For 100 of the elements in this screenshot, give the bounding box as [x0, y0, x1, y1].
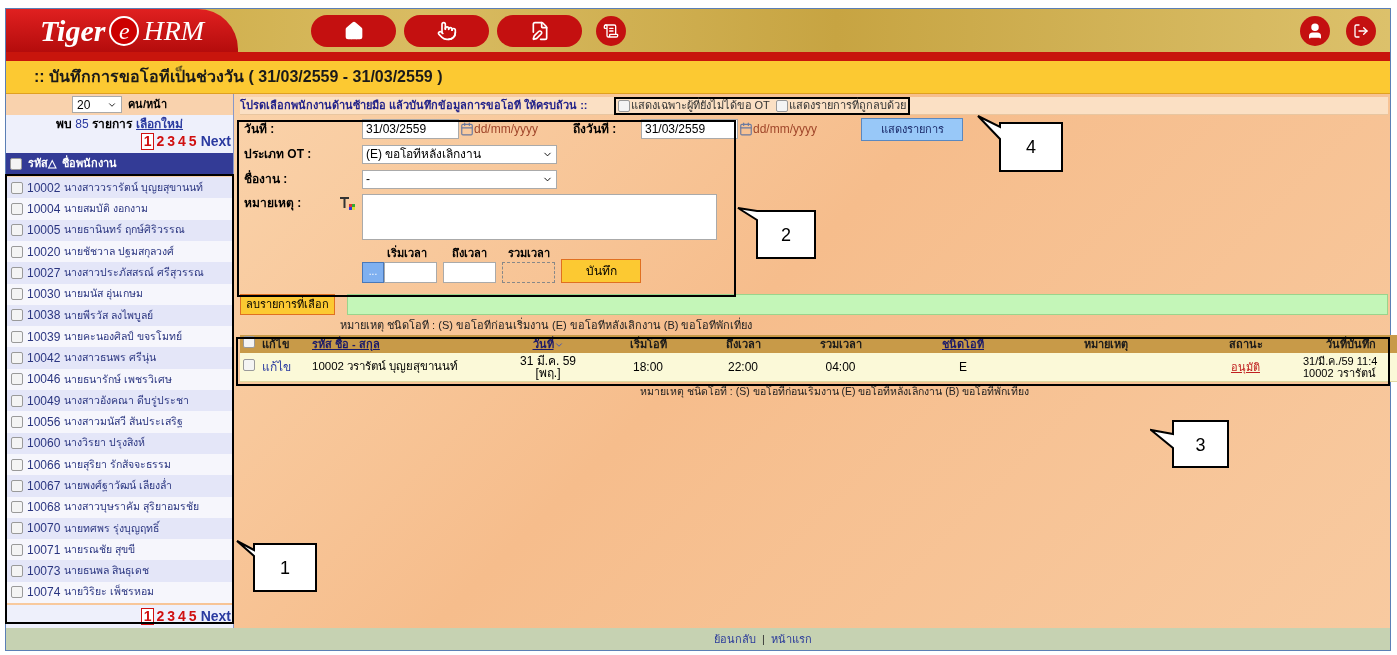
- checkbox[interactable]: [11, 479, 23, 492]
- checkbox[interactable]: [11, 586, 23, 599]
- edit-link[interactable]: แก้ไข: [258, 353, 308, 381]
- checkbox[interactable]: [11, 224, 23, 237]
- callout-number: 4: [1026, 138, 1036, 156]
- checkbox[interactable]: [243, 358, 255, 371]
- checkbox[interactable]: [11, 288, 23, 301]
- employee-row[interactable]: 10039 นายคะนองศิลป์ ขจรโมทย์: [6, 326, 233, 348]
- document-button[interactable]: [596, 15, 626, 46]
- page-link[interactable]: 3: [166, 131, 177, 153]
- column-header[interactable]: รหัส ชื่อ - สกุล: [308, 335, 508, 353]
- calendar-icon[interactable]: [739, 122, 753, 136]
- checkbox[interactable]: [11, 458, 23, 471]
- employee-name: นายทศพร รุ่งบุญฤทธิ์: [64, 520, 160, 537]
- hand-button[interactable]: [404, 14, 489, 47]
- employee-name: นางสาววรารัตน์ บุญยสุขานนท์: [64, 179, 204, 196]
- column-header[interactable]: ชื่อพนักงาน: [62, 155, 117, 172]
- back-link[interactable]: ย้อนกลับ: [714, 630, 757, 648]
- page-link[interactable]: 3: [166, 606, 177, 627]
- logo-text: Tiger: [39, 15, 106, 46]
- note-textarea[interactable]: [362, 194, 717, 240]
- employee-row[interactable]: 10004 นายสมบัติ งอกงาม: [6, 198, 233, 220]
- next-link[interactable]: Next: [200, 131, 231, 153]
- checkbox[interactable]: [11, 437, 23, 450]
- time-label: ถึงเวลา: [452, 246, 487, 261]
- employee-row[interactable]: 10067 นายพงศ์ฐาวัฒน์ เลียงล่ำ: [6, 475, 233, 497]
- employee-name: นายธานินทร์ ฤกษ์ศิริวรรณ: [64, 222, 186, 238]
- employee-row[interactable]: 10042 นางสาวธนพร ศรีนุ่น: [6, 347, 233, 369]
- page-link[interactable]: 5: [187, 131, 198, 153]
- employee-row[interactable]: 10056 นางสาวมนัสวี สันประเสริฐ: [6, 411, 233, 433]
- employee-code: 10056: [27, 413, 61, 431]
- checkbox[interactable]: [11, 309, 23, 322]
- employee-code: 10070: [27, 520, 61, 538]
- end-time-field[interactable]: [443, 261, 496, 283]
- page-link[interactable]: 2: [155, 131, 166, 153]
- field-label: ประเภท OT :: [244, 146, 313, 163]
- save-button[interactable]: บันทึก: [561, 258, 641, 283]
- per-page-select[interactable]: 20: [71, 96, 122, 113]
- column-header[interactable]: ชนิดโอที: [903, 335, 1023, 353]
- total-time-field: [502, 261, 555, 283]
- employee-code: 10074: [27, 584, 61, 602]
- show-list-button[interactable]: แสดงรายการ: [861, 117, 963, 141]
- checkbox[interactable]: [11, 501, 23, 514]
- checkbox[interactable]: [11, 415, 23, 428]
- checkbox[interactable]: [11, 373, 23, 386]
- employee-code: 10066: [27, 456, 61, 474]
- page-title: :: บันทึกการขอโอทีเป็นช่วงวัน ( 31/03/2559 - 31/03/2559 ): [34, 65, 443, 89]
- employee-row[interactable]: 10027 นางสาวประภัสสรณ์ ศรีสุวรรณ: [6, 262, 233, 284]
- employee-row[interactable]: 10073 นายธนพล สินธุเดช: [6, 560, 233, 582]
- checkbox[interactable]: [11, 394, 23, 407]
- home-link[interactable]: หน้าแรก: [770, 630, 812, 648]
- reset-link[interactable]: เลือกใหม่: [136, 115, 183, 132]
- column-header[interactable]: วันที่: [508, 335, 588, 353]
- date-field[interactable]: 31/03/2559: [362, 119, 459, 139]
- checkbox[interactable]: [11, 565, 23, 578]
- page-link[interactable]: 1: [140, 133, 155, 151]
- checkbox[interactable]: [11, 203, 23, 215]
- home-button[interactable]: [311, 14, 396, 47]
- start-time-field[interactable]: [384, 261, 437, 283]
- checkbox[interactable]: [11, 181, 23, 194]
- checkbox[interactable]: [11, 352, 23, 365]
- checkbox[interactable]: [617, 99, 630, 112]
- employee-row[interactable]: 10071 นายรณชัย สุขขี: [6, 539, 233, 561]
- employee-code: 10027: [27, 264, 61, 282]
- checkbox[interactable]: [11, 522, 23, 535]
- option-label[interactable]: แสดงเฉพาะผู้ที่ยังไม่ได้ขอ OT: [630, 97, 770, 114]
- employee-name: นางสาวประภัสสรณ์ ศรีสุวรรณ: [64, 265, 205, 281]
- employee-name: นายสมบัติ งอกงาม: [64, 201, 149, 217]
- checkbox[interactable]: [11, 330, 23, 343]
- employee-name: นายสุริยา รักสัจจะธรรม: [64, 456, 172, 473]
- employee-code: 10067: [27, 477, 61, 495]
- checkbox[interactable]: [775, 99, 788, 112]
- logout-button[interactable]: [1346, 15, 1376, 46]
- checkbox[interactable]: [11, 543, 23, 556]
- page-link[interactable]: 5: [187, 606, 198, 627]
- checkbox[interactable]: [11, 266, 23, 279]
- page-link[interactable]: 2: [155, 606, 166, 627]
- hand-icon: [436, 20, 457, 41]
- page-link[interactable]: 4: [177, 131, 187, 153]
- next-link[interactable]: Next: [200, 606, 231, 627]
- field-label: วันที่ :: [244, 121, 276, 138]
- column-header[interactable]: รหัส△: [28, 155, 56, 172]
- employee-code: 10039: [27, 328, 61, 346]
- job-select[interactable]: -: [362, 169, 557, 189]
- status-link[interactable]: อนุมัติ: [1231, 360, 1260, 373]
- checkbox[interactable]: [10, 157, 22, 170]
- ot-type-select[interactable]: (E) ขอโอทีหลังเลิกงาน: [362, 144, 557, 164]
- calendar-icon[interactable]: [460, 122, 474, 136]
- delete-selected-button[interactable]: ลบรายการที่เลือก: [240, 294, 335, 315]
- notepad-button[interactable]: [497, 14, 582, 47]
- page-link[interactable]: 4: [177, 606, 187, 627]
- option-label[interactable]: แสดงรายการที่ถูกลบด้วย: [788, 97, 906, 114]
- text-format-icon[interactable]: [339, 196, 355, 210]
- logo-text: HRM: [143, 16, 205, 45]
- employee-code: 10068: [27, 499, 61, 517]
- checkbox[interactable]: [11, 245, 23, 258]
- user-button[interactable]: [1300, 15, 1330, 46]
- employee-row[interactable]: 10002 นางสาววรารัตน์ บุญยสุขานนท์: [6, 177, 233, 199]
- employee-row[interactable]: 10049 นางสาวอังคณา ดีบรู่ประชา: [6, 390, 233, 412]
- employee-name: นายมนัส อุ่นเกษม: [64, 286, 144, 302]
